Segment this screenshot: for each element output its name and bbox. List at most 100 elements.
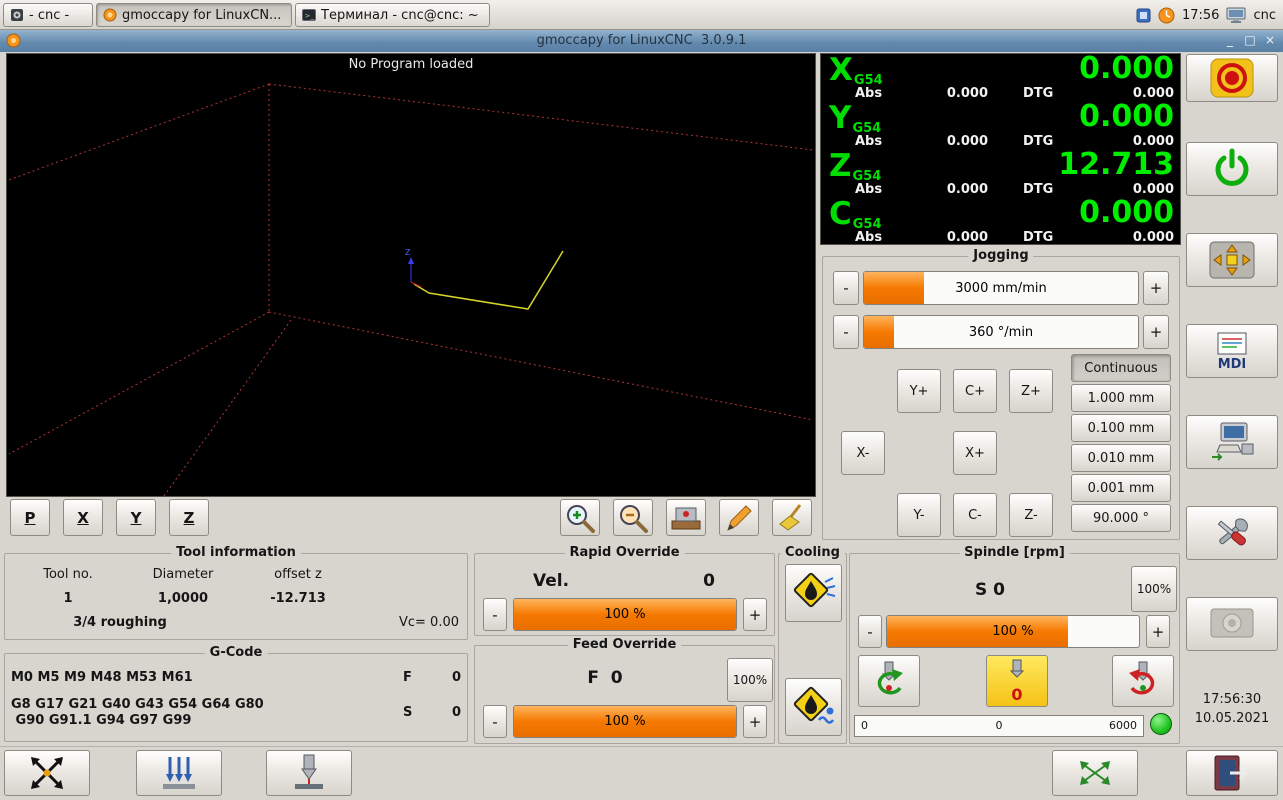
feed-plus-button[interactable]: + [743,705,767,738]
clear-button[interactable] [772,499,812,536]
active-m-codes: M0 M5 M9 M48 M53 M61 [11,670,193,685]
increment-001mm-button[interactable]: 0.010 mm [1071,444,1171,472]
tool-no-value: 1 [63,591,73,606]
jog-button-y-minus[interactable]: Y- [897,493,941,537]
workstation-icon [1209,422,1255,462]
clock-date: 10.05.2021 [1194,711,1270,726]
mdi-mode-button[interactable]: MDI [1186,324,1278,378]
notification-icon[interactable] [1136,8,1151,23]
jog-speed-plus-button[interactable]: + [1143,271,1169,305]
touch-off-button[interactable] [4,750,90,796]
manual-mode-button[interactable] [1186,233,1278,287]
spindle-left-button[interactable] [858,655,920,707]
abs-value: 0.000 [946,230,988,245]
jog-button-c-plus[interactable]: C+ [953,369,997,413]
exit-button[interactable] [1186,750,1278,796]
jog-angular-speed-slider[interactable]: 360 °/min [863,315,1139,349]
dro-axis-x[interactable]: XG54 0.000 Abs 0.000 DTG 0.000 [821,51,1180,102]
abs-value: 0.000 [946,86,988,101]
spindle-ccw-icon [867,660,911,702]
plus-label: + [748,712,762,731]
diameter-header: Diameter [152,567,214,582]
dro-axis-y[interactable]: YG54 0.000 Abs 0.000 DTG 0.000 [821,99,1180,150]
window-titlebar[interactable]: gmoccapy for LinuxCNC 3.0.9.1 _ □ × [0,30,1283,52]
zoom-in-button[interactable] [560,499,600,536]
rapid-minus-button[interactable]: - [483,598,507,631]
preview-x-button[interactable]: X [63,499,103,536]
camera-icon [1209,605,1255,643]
minimize-button[interactable]: _ [1221,33,1239,49]
jog-speed-minus-button[interactable]: - [833,271,859,305]
tray-clock[interactable]: 17:56 [1182,8,1219,23]
increment-90deg-button[interactable]: 90.000 ° [1071,504,1171,532]
fullscreen-button[interactable] [1052,750,1138,796]
increment-0001mm-button[interactable]: 0.001 mm [1071,474,1171,502]
jog-button-x-minus[interactable]: X- [841,431,885,475]
cooling-panel: Cooling [778,545,847,744]
spindle-plus-button[interactable]: + [1146,615,1170,648]
close-button[interactable]: × [1261,33,1279,49]
block-height-button[interactable] [136,750,222,796]
clock-time: 17:56:30 [1202,692,1262,707]
zoom-out-button[interactable] [613,499,653,536]
tool-measure-button[interactable] [266,750,352,796]
jog-button-z-minus[interactable]: Z- [1009,493,1053,537]
spindle-right-button[interactable] [1112,655,1174,707]
feed-override-slider[interactable]: 100 % [513,705,737,738]
rapid-override-slider[interactable]: 100 % [513,598,737,631]
dro-axis-c[interactable]: CG54 0.000 Abs 0.000 DTG 0.000 [821,195,1180,246]
tool-information-title: Tool information [171,545,301,560]
tool-table-button[interactable] [666,499,706,536]
increment-01mm-button[interactable]: 0.100 mm [1071,414,1171,442]
vc-value: Vc= 0.00 [398,615,459,630]
jog-angular-speed-plus-button[interactable]: + [1143,315,1169,349]
screen: - cnc - gmoccapy for LinuxCN... >_ Терми… [0,0,1283,800]
jog-button-c-minus[interactable]: C- [953,493,997,537]
machine-on-button[interactable] [1186,142,1278,196]
cooling-title: Cooling [780,545,845,560]
clock-panel: 17:56:30 10.05.2021 [1186,690,1278,728]
preview-z-button[interactable]: Z [169,499,209,536]
active-g-codes-line1: G8 G17 G21 G40 G43 G54 G64 G80 [11,697,264,712]
clock-icon[interactable] [1158,7,1175,24]
jog-angular-speed-value: 360 °/min [968,324,1034,340]
increment-continuous-button[interactable]: Continuous [1071,354,1171,382]
jog-linear-speed-slider[interactable]: 3000 mm/min [863,271,1139,305]
feed-minus-button[interactable]: - [483,705,507,738]
jog-label: C+ [965,383,985,399]
dro-axis-z[interactable]: ZG54 12.713 Abs 0.000 DTG 0.000 [821,147,1180,198]
settings-button[interactable] [1186,506,1278,560]
preview-p-button[interactable]: P [10,499,50,536]
taskbar-window-terminal[interactable]: >_ Терминал - cnc@cnc: ~ [295,3,490,27]
estop-button[interactable] [1186,54,1278,102]
rapid-plus-button[interactable]: + [743,598,767,631]
auto-mode-button[interactable] [1186,415,1278,469]
spindle-minus-button[interactable]: - [858,615,882,648]
increment-label: Continuous [1084,360,1158,376]
jog-angular-speed-minus-button[interactable]: - [833,315,859,349]
camera-button[interactable] [1186,597,1278,651]
computer-icon[interactable] [1226,7,1246,24]
jog-button-y-plus[interactable]: Y+ [897,369,941,413]
flood-coolant-button[interactable] [785,678,842,736]
preview-x-label: X [77,508,89,527]
mist-coolant-button[interactable] [785,564,842,622]
spindle-stop-button[interactable]: 0 [986,655,1048,707]
tool-probe-icon [287,753,331,793]
taskbar-window-gmoccapy[interactable]: gmoccapy for LinuxCN... [96,3,292,27]
maximize-button[interactable]: □ [1241,33,1259,49]
gremlin-preview[interactable]: No Program loaded Z [6,53,816,497]
taskbar-window-cnc[interactable]: - cnc - [3,3,93,27]
jog-button-z-plus[interactable]: Z+ [1009,369,1053,413]
spindle-reset-button[interactable]: 100% [1131,566,1177,612]
jog-label: Y+ [909,383,929,399]
preview-y-button[interactable]: Y [116,499,156,536]
feed-reset-button[interactable]: 100% [727,658,773,702]
tools-icon [1209,513,1255,553]
increment-1mm-button[interactable]: 1.000 mm [1071,384,1171,412]
spindle-override-slider[interactable]: 100 % [886,615,1140,648]
spindle-override-value: 100 % [992,624,1034,639]
edit-button[interactable] [719,499,759,536]
jog-label: X+ [965,445,985,461]
jog-button-x-plus[interactable]: X+ [953,431,997,475]
